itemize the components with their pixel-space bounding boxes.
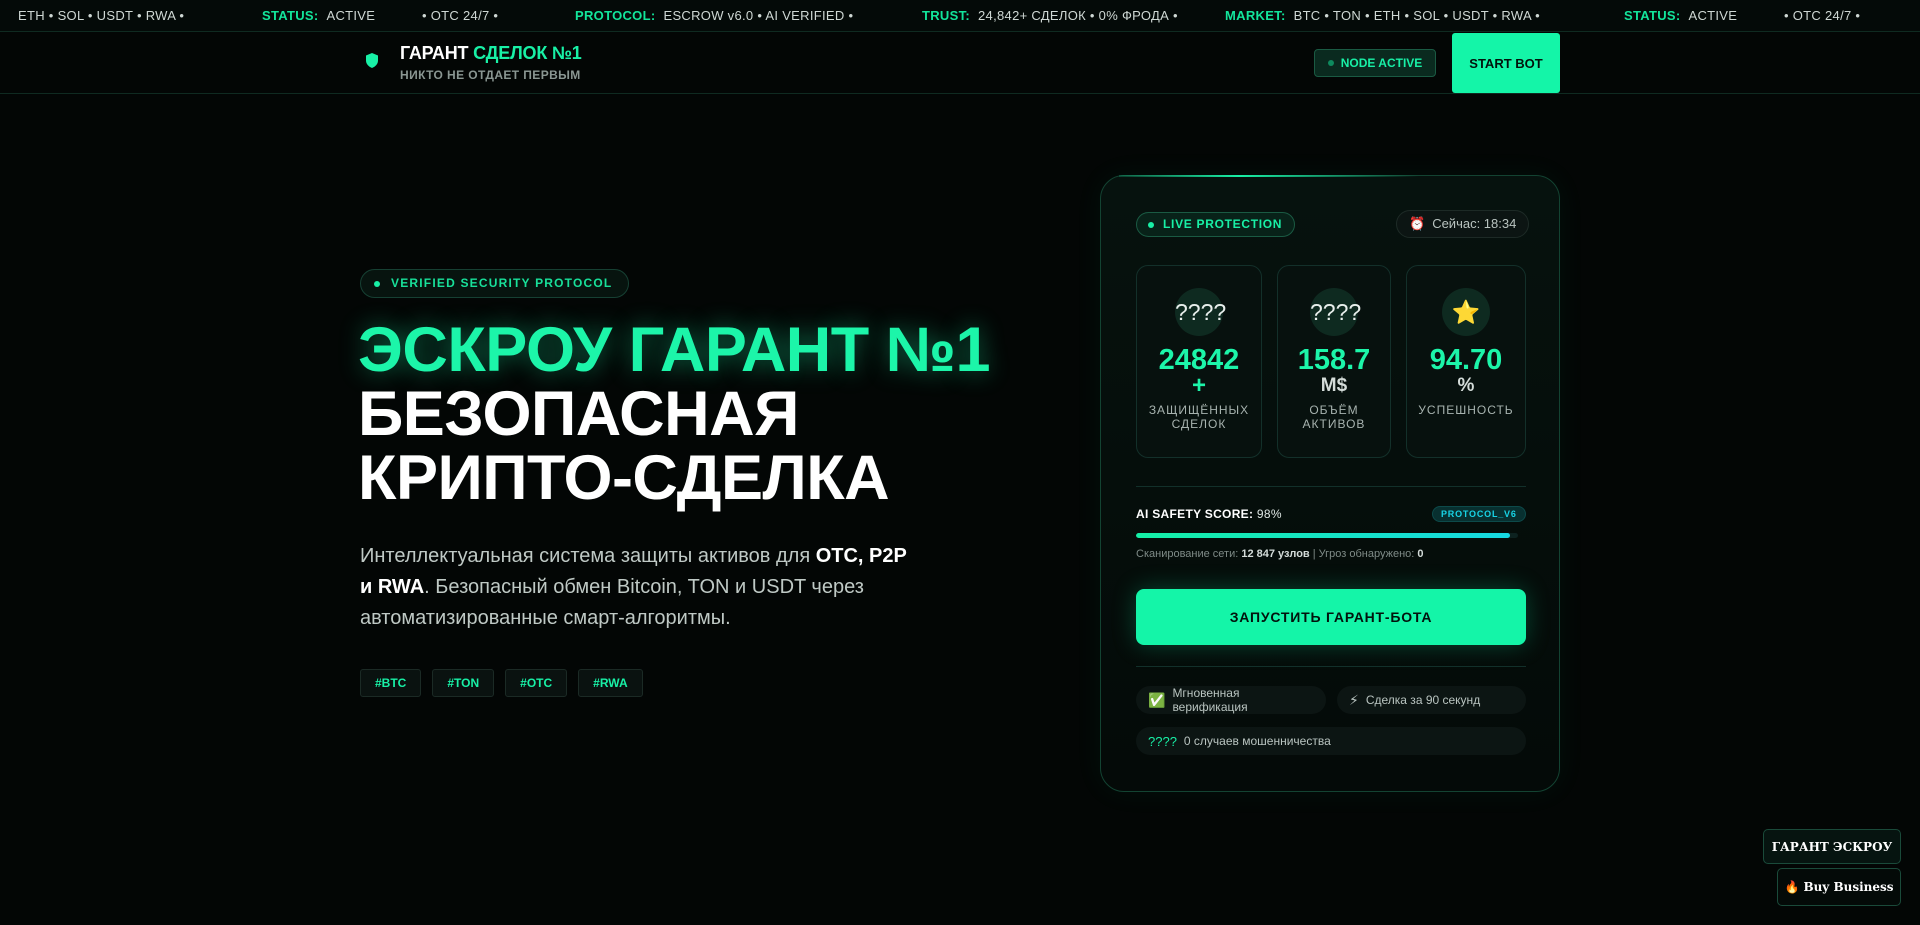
tag-list: #BTC #TON #OTC #RWA (360, 669, 643, 697)
brand-main: ГАРАНТ (400, 43, 469, 63)
node-status-badge: NODE ACTIVE (1314, 49, 1436, 77)
stat-value: 24842 + (1158, 344, 1240, 399)
brand-subtitle: НИКТО НЕ ОТДАЕТ ПЕРВЫМ (400, 68, 581, 82)
stat-label: ОБЪЁМ АКТИВОВ (1302, 403, 1366, 431)
stat-deals: ???? 24842 + ЗАЩИЩЁННЫХ СДЕЛОК (1136, 265, 1262, 458)
verified-badge-label: VERIFIED SECURITY PROTOCOL (391, 276, 613, 290)
ticker-item: • OTC 24/7 • (422, 8, 499, 23)
deals-icon: ???? (1175, 288, 1226, 336)
verified-badge: VERIFIED SECURITY PROTOCOL (360, 269, 630, 298)
feature-deal-90s: ⚡ Сделка за 90 секунд (1337, 686, 1526, 714)
ai-safety-score: AI SAFETY SCORE: 98% (1136, 507, 1282, 521)
brand-accent: СДЕЛОК №1 (473, 43, 582, 63)
current-time-label: Сейчас: 18:34 (1432, 216, 1517, 231)
shield-icon (366, 53, 378, 68)
protocol-badge: PROTOCOL_V6 (1432, 506, 1526, 522)
start-bot-button[interactable]: START BOT (1452, 33, 1560, 93)
hero-title-line1: ЭСКРОУ ГАРАНТ №1 (358, 315, 991, 385)
volume-icon: ???? (1310, 288, 1361, 336)
fire-icon: 🔥 (1784, 880, 1800, 894)
ticker-item: TRUST: 24,842+ СДЕЛОК • 0% ФРОДА • (922, 8, 1178, 23)
feature-instant-verification: ✅ Мгновенная верификация (1136, 686, 1326, 714)
ticker-item: MARKET: BTC • TON • ETH • SOL • USDT • RW… (1225, 8, 1540, 23)
site-header: ГАРАНТ СДЕЛОК №1 НИКТО НЕ ОТДАЕТ ПЕРВЫМ … (0, 32, 1920, 94)
ticker-item: PROTOCOL: ESCROW v6.0 • AI VERIFIED • (575, 8, 854, 23)
buy-business-button[interactable]: 🔥 Buy Business (1777, 868, 1901, 906)
status-dot-icon (1327, 60, 1334, 66)
hero-title: ЭСКРОУ ГАРАНТ №1 БЕЗОПАСНАЯ КРИПТО-СДЕЛК… (358, 315, 991, 513)
protection-card: LIVE PROTECTION ⏰ Сейчас: 18:34 ???? 248… (1100, 175, 1560, 792)
ticker-item: • OTC 24/7 • (1784, 8, 1861, 23)
node-status-label: NODE ACTIVE (1340, 56, 1423, 70)
safety-score-bar (1136, 533, 1518, 538)
check-mark-icon: ✅ (1148, 691, 1166, 708)
lightning-icon: ⚡ (1349, 691, 1359, 708)
divider (1136, 486, 1526, 487)
current-time-badge: ⏰ Сейчас: 18:34 (1396, 210, 1530, 238)
ticker-item: STATUS: ACTIVE (1624, 8, 1738, 23)
launch-bot-button[interactable]: ЗАПУСТИТЬ ГАРАНТ-БОТА (1136, 589, 1526, 645)
star-icon: ⭐ (1442, 288, 1490, 336)
divider (1136, 666, 1526, 667)
ticker-item: STATUS: ACTIVE (262, 8, 376, 23)
hero-description: Интеллектуальная система защиты активов … (360, 545, 907, 629)
stat-label: УСПЕШНОСТЬ (1418, 403, 1514, 417)
live-protection-badge: LIVE PROTECTION (1136, 212, 1296, 237)
feature-zero-fraud: ???? 0 случаев мошенничества (1136, 727, 1526, 755)
fraud-shield-icon: ???? (1148, 733, 1177, 749)
safety-score-fill (1136, 533, 1511, 538)
brand-title[interactable]: ГАРАНТ СДЕЛОК №1 (400, 43, 582, 64)
ticker-item: ETH • SOL • USDT • RWA • (18, 8, 185, 23)
network-scan-status: Сканирование сети: 12 847 узлов | Угроз … (1136, 548, 1424, 560)
stat-value: 94.70% (1429, 344, 1503, 396)
stat-volume: ???? 158.7 M$ ОБЪЁМ АКТИВОВ (1277, 265, 1391, 458)
status-ticker: ETH • SOL • USDT • RWA • STATUS: ACTIVE •… (0, 0, 1920, 32)
hero-title-line3: КРИПТО-СДЕЛКА (358, 443, 890, 513)
tag-otc[interactable]: #OTC (505, 669, 568, 697)
escrow-guarantee-button[interactable]: ГАРАНТ ЭСКРОУ (1763, 829, 1901, 864)
tag-btc[interactable]: #BTC (360, 669, 422, 697)
stat-value: 158.7 M$ (1297, 344, 1371, 396)
status-dot-icon (1148, 222, 1154, 228)
stat-label: ЗАЩИЩЁННЫХ СДЕЛОК (1148, 403, 1250, 431)
tag-ton[interactable]: #TON (432, 669, 495, 697)
alarm-clock-icon: ⏰ (1409, 216, 1426, 231)
status-dot-icon (374, 281, 380, 287)
card-accent-line (1119, 175, 1419, 177)
tag-rwa[interactable]: #RWA (578, 669, 643, 697)
hero-title-line2: БЕЗОПАСНАЯ (358, 379, 799, 449)
stat-success: ⭐ 94.70% УСПЕШНОСТЬ (1406, 265, 1526, 458)
buy-business-label: Buy Business (1803, 880, 1894, 894)
